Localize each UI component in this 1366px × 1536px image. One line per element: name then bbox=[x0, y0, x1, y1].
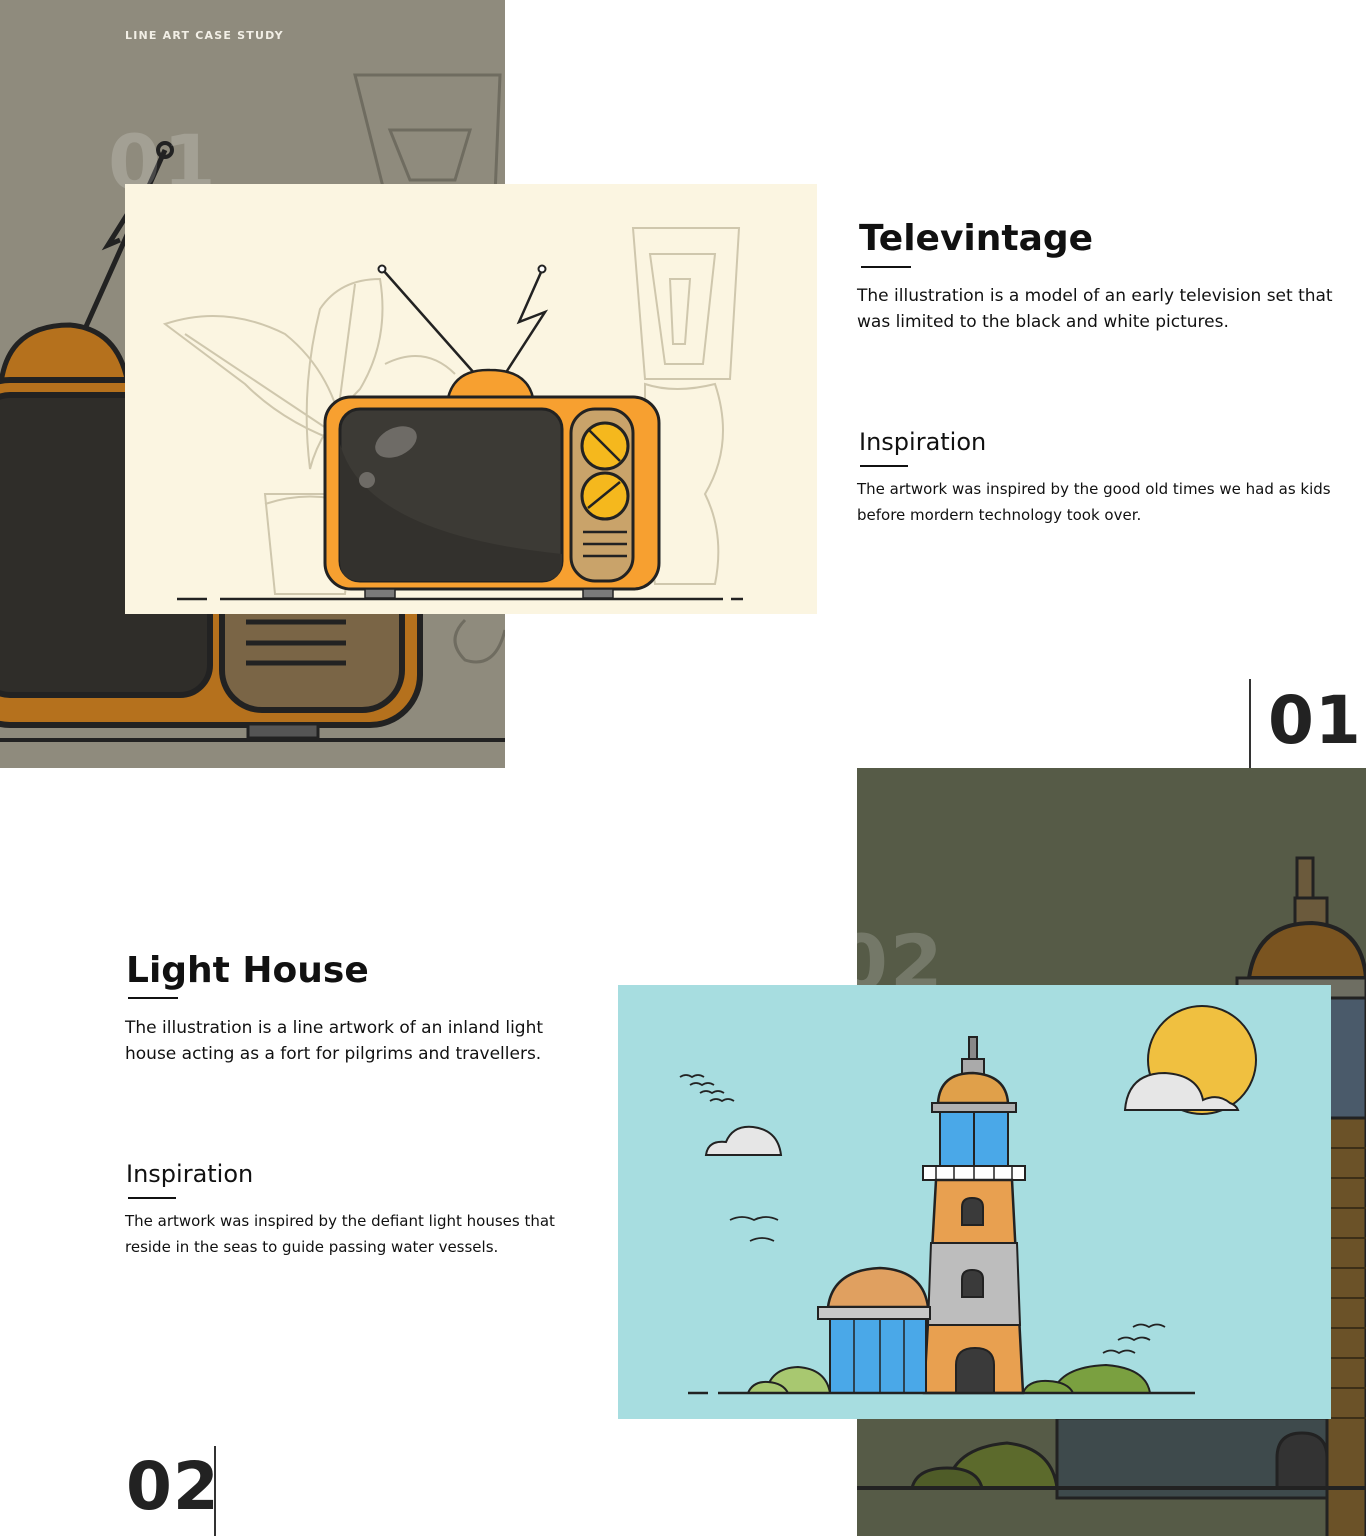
televintage-illustration-card[interactable] bbox=[125, 184, 817, 614]
televintage-inspiration-heading: Inspiration bbox=[859, 428, 987, 456]
project-number-01: 01 bbox=[1268, 682, 1362, 759]
televintage-illustration bbox=[162, 227, 743, 601]
inspiration-underline bbox=[860, 465, 908, 467]
lighthouse-inspiration-heading: Inspiration bbox=[126, 1160, 254, 1188]
inspiration-underline bbox=[128, 1197, 176, 1199]
project-number-02: 02 bbox=[126, 1448, 220, 1525]
lighthouse-title: Light House bbox=[126, 950, 369, 991]
lighthouse-illustration-card[interactable] bbox=[618, 985, 1331, 1419]
televintage-inspiration-text: The artwork was inspired by the good old… bbox=[857, 480, 1331, 524]
title-underline bbox=[128, 997, 178, 999]
televintage-description: The illustration is a model of an early … bbox=[857, 286, 1333, 332]
number-divider bbox=[214, 1446, 216, 1536]
title-underline bbox=[861, 266, 911, 268]
lighthouse-inspiration-text: The artwork was inspired by the defiant … bbox=[125, 1212, 555, 1256]
lighthouse-illustration bbox=[679, 1005, 1257, 1395]
case-study-eyebrow: LINE ART CASE STUDY bbox=[125, 29, 284, 42]
lighthouse-description: The illustration is a line artwork of an… bbox=[125, 1018, 544, 1064]
number-divider bbox=[1249, 679, 1251, 768]
televintage-title: Televintage bbox=[859, 218, 1094, 259]
